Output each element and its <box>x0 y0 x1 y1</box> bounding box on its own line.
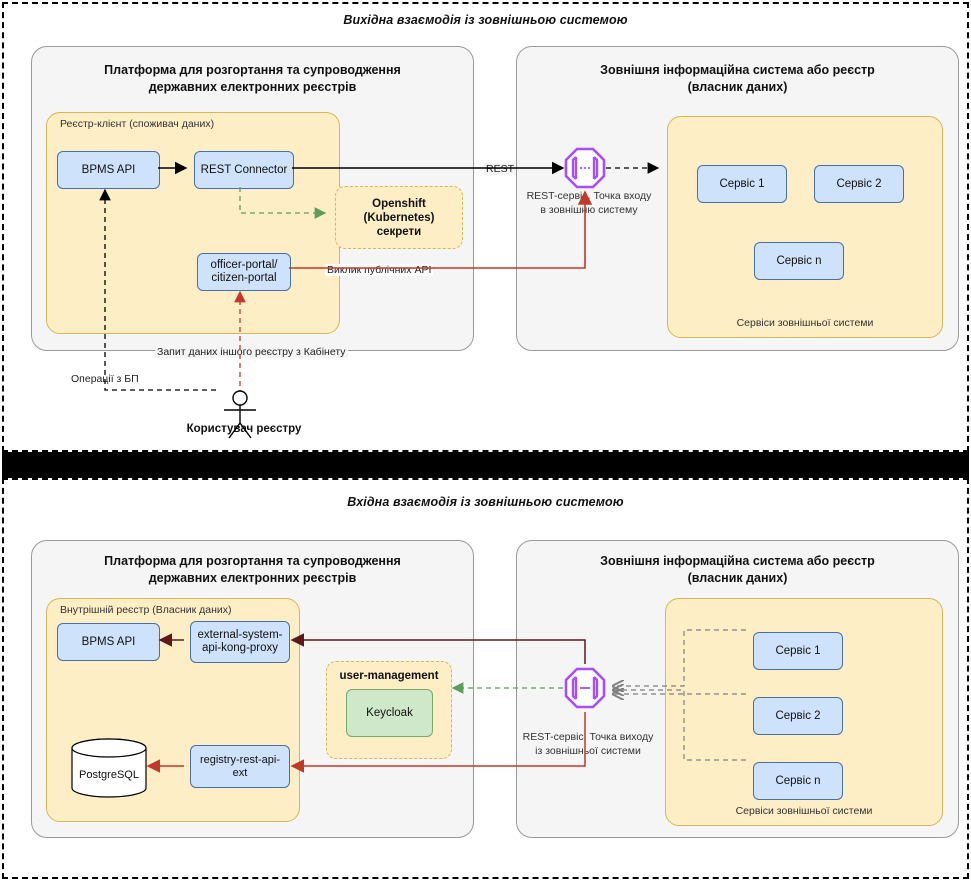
registry-client-subgroup <box>46 112 340 334</box>
bottom-platform-title-line2: державних електронних реєстрів <box>148 571 357 585</box>
bottom-external-title-line1: Зовнішня інформаційна система або реєстр <box>600 554 875 568</box>
node-rest-connector[interactable]: REST Connector <box>194 151 294 189</box>
top-external-services-subgroup <box>667 116 943 338</box>
outgoing-interaction-panel: Вихідна взаємодія із зовнішньою системою… <box>2 2 969 452</box>
bottom-external-services-caption: Сервіси зовнішньої системи <box>735 805 873 817</box>
label-rest: REST <box>484 163 517 175</box>
node-bpms-api-bottom[interactable]: BPMS API <box>57 623 160 661</box>
bottom-external-title-line2: (власник даних) <box>687 571 788 585</box>
top-panel-title: Вихідна взаємодія із зовнішньою системою <box>343 13 628 27</box>
database-cylinder-icon <box>71 738 147 798</box>
openshift-secrets-line1: Openshift (Kubernetes) <box>363 197 435 224</box>
bottom-panel-title: Вхідна взаємодія із зовнішньою системою <box>347 495 624 509</box>
openshift-secrets-box: Openshift (Kubernetes) секрети <box>335 186 463 249</box>
label-actor-registry-user: Користувач реєстру <box>186 423 302 435</box>
label-bp-operations: Операції з БП <box>69 373 141 385</box>
openshift-secrets-line2: секрети <box>376 225 422 238</box>
label-gateway-entry-line1: REST-сервіс. Точка входу <box>526 190 652 202</box>
label-kabinet-request: Запит даних іншого реєстру з Кабінету <box>155 346 348 358</box>
label-gateway-entry-line2: в зовнішню систему <box>540 204 638 216</box>
diagram-canvas: Вихідна взаємодія із зовнішньою системою… <box>0 0 971 881</box>
bottom-platform-title-line1: Платформа для розгортання та супроводжен… <box>104 554 401 568</box>
portal-line2: citizen-portal <box>211 272 277 284</box>
node-bpms-api-top[interactable]: BPMS API <box>57 151 160 189</box>
node-keycloak[interactable]: Keycloak <box>346 689 433 737</box>
top-platform-title-line2: державних електронних реєстрів <box>148 80 357 94</box>
top-external-services-caption: Сервіси зовнішньої системи <box>736 317 874 329</box>
node-officer-citizen-portal[interactable]: officer-portal/ citizen-portal <box>197 253 291 291</box>
bottom-service-n[interactable]: Сервіс n <box>753 762 843 800</box>
top-service-n[interactable]: Сервіс n <box>754 242 844 280</box>
label-gateway-exit-line2: із зовнішньої системи <box>535 745 641 757</box>
bottom-service-2[interactable]: Сервіс 2 <box>753 697 843 735</box>
node-registry-rest-api-ext[interactable]: registry-rest-api-ext <box>190 745 290 788</box>
postgresql-label: PostgreSQL <box>79 769 139 781</box>
incoming-interaction-panel: Вхідна взаємодія із зовнішньою системою … <box>2 478 969 879</box>
portal-line1: officer-portal/ <box>210 259 278 271</box>
top-service-2[interactable]: Сервіс 2 <box>814 165 904 203</box>
panel-separator-band <box>2 452 969 478</box>
label-public-api-call: Виклик публічних API <box>325 264 434 276</box>
node-external-system-api-kong-proxy[interactable]: external-system- api-kong-proxy <box>190 621 290 663</box>
label-gateway-exit-line1: REST-сервіс. Точка виходу <box>522 731 654 743</box>
user-management-label: user-management <box>339 670 439 682</box>
top-external-title-line2: (власник даних) <box>687 80 788 94</box>
kong-proxy-line1: external-system- <box>197 629 283 641</box>
bottom-service-1[interactable]: Сервіс 1 <box>753 632 843 670</box>
internal-registry-label: Внутрішній реєстр (Власник даних) <box>60 604 232 616</box>
top-service-1[interactable]: Сервіс 1 <box>697 165 787 203</box>
kong-proxy-line2: api-kong-proxy <box>201 642 279 654</box>
top-platform-title-line1: Платформа для розгортання та супроводжен… <box>104 63 401 77</box>
registry-client-label: Реєстр-клієнт (споживач даних) <box>60 118 215 130</box>
top-external-title-line1: Зовнішня інформаційна система або реєстр <box>600 63 875 77</box>
node-postgresql[interactable]: PostgreSQL <box>70 738 148 798</box>
